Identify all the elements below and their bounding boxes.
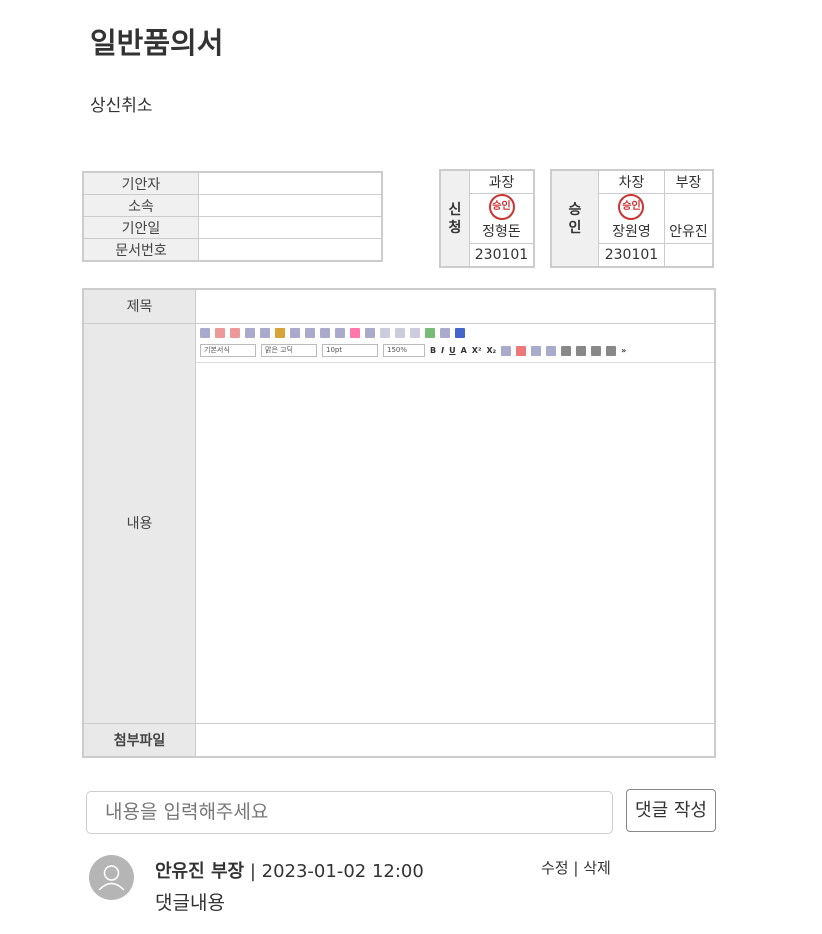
comment-meta: 안유진 부장 | 2023-01-02 12:00 xyxy=(155,857,424,883)
doc-number-value xyxy=(198,238,383,262)
text-color-icon[interactable] xyxy=(501,345,512,356)
approve-side-label: 승 인 xyxy=(550,169,599,268)
table-edit-icon[interactable] xyxy=(380,327,390,338)
align-left-icon[interactable] xyxy=(561,345,572,356)
approve-signature-2: 안유진 xyxy=(663,193,714,244)
html-source-icon[interactable] xyxy=(440,327,450,338)
content-label: 내용 xyxy=(82,322,196,724)
apply-signature: 승인 정형돈 xyxy=(469,193,535,244)
comment-input[interactable]: 내용을 입력해주세요 xyxy=(86,791,613,834)
size-select[interactable]: 10pt xyxy=(322,344,378,357)
image-icon[interactable] xyxy=(425,327,435,338)
cancel-submission-link[interactable]: 상신취소 xyxy=(90,91,153,116)
comment-edit-link[interactable]: 수정 xyxy=(541,859,569,877)
approved-stamp: 승인 xyxy=(618,194,645,220)
subscript-icon[interactable]: X₂ xyxy=(486,346,496,355)
apply-approval-box: 신 청 과장 승인 정형돈 230101 xyxy=(439,169,535,268)
comment-datetime: 2023-01-02 12:00 xyxy=(261,861,424,882)
apply-title: 과장 xyxy=(469,169,535,194)
avatar xyxy=(89,855,134,900)
editor-toolbar-row-1 xyxy=(196,324,714,342)
cell-split-icon[interactable] xyxy=(410,327,420,338)
comment-separator: | xyxy=(249,861,256,882)
approve-title-1: 차장 xyxy=(598,169,665,194)
approve-title-2: 부장 xyxy=(663,169,714,194)
align-center-icon[interactable] xyxy=(576,345,587,356)
underline-icon[interactable]: U xyxy=(449,346,456,355)
align-right-icon[interactable] xyxy=(591,345,602,356)
draft-date-label: 기안일 xyxy=(82,216,199,239)
apply-date: 230101 xyxy=(469,243,535,268)
apply-name: 정형돈 xyxy=(482,224,521,240)
approve-name-1: 장원영 xyxy=(612,224,651,240)
strikethrough-icon[interactable]: A xyxy=(461,346,467,355)
align-justify-icon[interactable] xyxy=(606,345,617,356)
redo-icon[interactable] xyxy=(230,327,240,338)
find-icon[interactable] xyxy=(290,327,300,338)
ordered-list-icon[interactable] xyxy=(531,345,542,356)
approve-date-2 xyxy=(663,243,714,268)
draft-date-value xyxy=(198,216,383,239)
drafter-label: 기안자 xyxy=(82,171,199,195)
content-editor[interactable]: 기본서식 맑은 고딕 10pt 150% B I U A X² X₂ » xyxy=(195,322,716,724)
superscript-icon[interactable]: X² xyxy=(472,346,482,355)
bullet-list-icon[interactable] xyxy=(546,345,557,356)
font-select[interactable]: 맑은 고딕 xyxy=(261,344,317,357)
approve-date-1: 230101 xyxy=(598,243,665,268)
comment-author: 안유진 부장 xyxy=(155,861,245,882)
italic-icon[interactable]: I xyxy=(441,346,444,355)
document-form-table: 제목 내용 기본서식 맑은 고딕 10pt 150% B I U A X² X₂… xyxy=(82,288,716,758)
spellcheck-icon[interactable] xyxy=(305,327,315,338)
comment-submit-button[interactable]: 댓글 작성 xyxy=(626,789,716,832)
drafter-value xyxy=(198,171,383,195)
page-title: 일반품의서 xyxy=(90,26,224,60)
user-icon xyxy=(98,865,125,891)
editor-toolbar-row-2: 기본서식 맑은 고딕 10pt 150% B I U A X² X₂ » xyxy=(196,342,714,360)
comment-body: 댓글내용 xyxy=(155,892,225,914)
approved-stamp: 승인 xyxy=(488,194,515,220)
preview-icon[interactable] xyxy=(455,327,465,338)
editor-toolbar: 기본서식 맑은 고딕 10pt 150% B I U A X² X₂ » xyxy=(196,324,714,363)
comment-actions: 수정 | 삭제 xyxy=(541,857,611,878)
attachment-field[interactable] xyxy=(195,722,716,758)
hr-icon[interactable] xyxy=(335,327,345,338)
table-icon[interactable] xyxy=(365,327,375,338)
approve-signature-1: 승인 장원영 xyxy=(598,193,665,244)
paste-icon[interactable] xyxy=(275,327,285,338)
cell-merge-icon[interactable] xyxy=(395,327,405,338)
new-doc-icon[interactable] xyxy=(200,327,210,338)
cut-icon[interactable] xyxy=(260,327,270,338)
apply-side-label: 신 청 xyxy=(439,169,470,268)
approve-name-2: 안유진 xyxy=(669,224,708,240)
copy-icon[interactable] xyxy=(245,327,255,338)
more-tools-icon[interactable]: » xyxy=(621,346,626,355)
approve-approval-box: 승 인 차장 부장 승인 장원영 안유진 230101 xyxy=(550,169,714,268)
comment-delete-link[interactable]: 삭제 xyxy=(583,859,611,877)
emoji-icon[interactable] xyxy=(350,327,360,338)
department-label: 소속 xyxy=(82,194,199,217)
draft-info-table: 기안자 소속 기안일 문서번호 xyxy=(82,171,383,262)
doc-number-label: 문서번호 xyxy=(82,238,199,262)
highlight-icon[interactable] xyxy=(516,345,527,356)
undo-icon[interactable] xyxy=(215,327,225,338)
bold-icon[interactable]: B xyxy=(430,346,436,355)
subject-label: 제목 xyxy=(82,288,196,324)
department-value xyxy=(198,194,383,217)
subject-input[interactable] xyxy=(195,288,716,324)
special-char-icon[interactable] xyxy=(320,327,330,338)
attachment-label: 첨부파일 xyxy=(82,722,196,758)
comment-actions-separator: | xyxy=(573,859,579,877)
lineheight-select[interactable]: 150% xyxy=(383,344,425,357)
style-select[interactable]: 기본서식 xyxy=(200,344,256,357)
